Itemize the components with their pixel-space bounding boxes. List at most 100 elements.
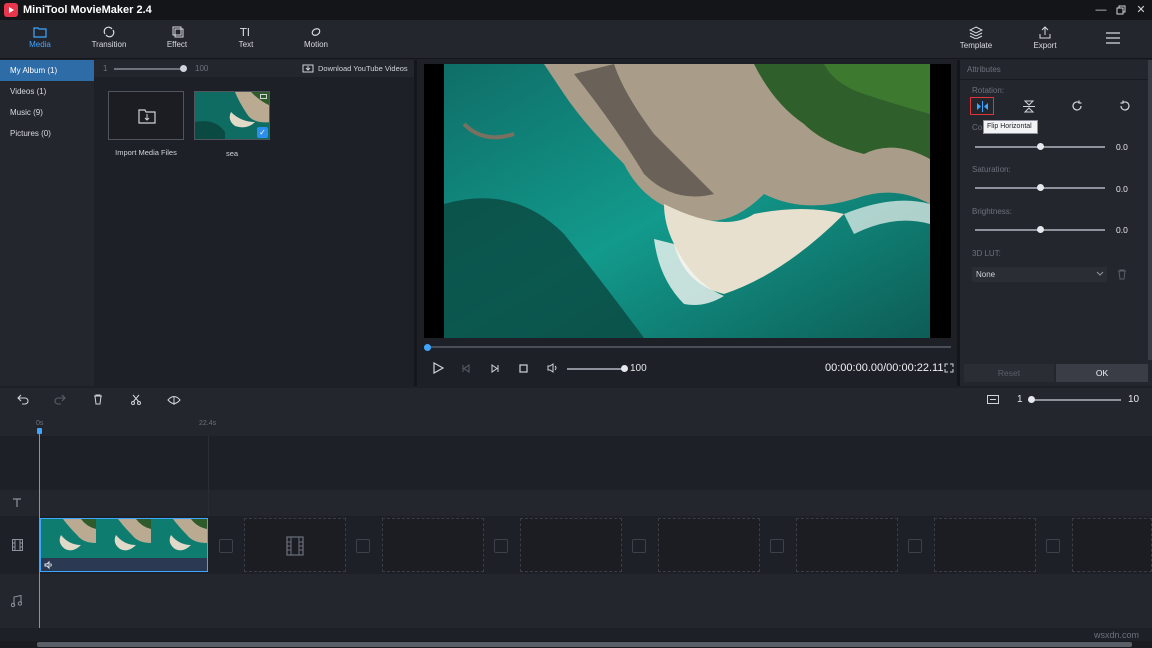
transition-slot-icon[interactable] bbox=[1046, 539, 1060, 553]
import-folder-icon bbox=[138, 108, 156, 124]
play-icon[interactable] bbox=[432, 362, 444, 374]
effect-tab[interactable]: Effect bbox=[147, 26, 207, 49]
brightness-knob[interactable] bbox=[1037, 226, 1044, 233]
fullscreen-icon[interactable] bbox=[944, 363, 954, 373]
playhead-handle[interactable] bbox=[37, 428, 42, 434]
transition-slot-icon[interactable] bbox=[908, 539, 922, 553]
transition-slot-icon[interactable] bbox=[632, 539, 646, 553]
lut-dropdown[interactable]: None bbox=[972, 267, 1107, 282]
thumb-zoom-max: 100 bbox=[195, 64, 208, 73]
transition-tab[interactable]: Transition bbox=[79, 26, 139, 49]
template-button[interactable]: Template bbox=[946, 26, 1006, 50]
timeline-zoom-slider[interactable] bbox=[1031, 399, 1121, 401]
flip-horizontal-button[interactable] bbox=[970, 97, 994, 115]
motion-tab[interactable]: Motion bbox=[286, 26, 346, 49]
saturation-value: 0.0 bbox=[1116, 184, 1128, 194]
empty-clip-slot[interactable] bbox=[658, 518, 760, 572]
timeline-scrollbar-thumb[interactable] bbox=[37, 642, 1132, 647]
preview-frame-image bbox=[424, 64, 951, 338]
volume-knob[interactable] bbox=[621, 365, 628, 372]
stop-icon[interactable] bbox=[519, 364, 528, 373]
previous-frame-icon[interactable] bbox=[461, 364, 471, 373]
category-pictures[interactable]: Pictures (0) bbox=[0, 123, 94, 144]
film-icon bbox=[286, 536, 304, 556]
library-sidebar: My Album (1) Videos (1) Music (9) Pictur… bbox=[0, 60, 94, 386]
watermark: wsxdn.com bbox=[1094, 630, 1139, 640]
effect-icon bbox=[170, 26, 184, 38]
motion-icon bbox=[309, 26, 323, 38]
clip-volume-icon[interactable] bbox=[44, 561, 53, 569]
minimize-icon[interactable]: — bbox=[1094, 3, 1108, 17]
import-media-button[interactable] bbox=[108, 91, 184, 140]
media-tab[interactable]: Media bbox=[10, 26, 70, 49]
category-music[interactable]: Music (9) bbox=[0, 102, 94, 123]
transition-slot-icon[interactable] bbox=[494, 539, 508, 553]
transition-slot-icon[interactable] bbox=[219, 539, 233, 553]
reset-button[interactable]: Reset bbox=[964, 364, 1054, 382]
export-button[interactable]: Export bbox=[1015, 26, 1075, 50]
category-label: My Album bbox=[10, 66, 45, 75]
video-preview[interactable] bbox=[424, 64, 951, 338]
volume-slider[interactable] bbox=[567, 368, 624, 370]
rotate-counterclockwise-icon[interactable] bbox=[1119, 100, 1131, 112]
lut-label: 3D LUT: bbox=[972, 249, 1001, 258]
text-icon: TI bbox=[239, 26, 253, 38]
empty-clip-slot[interactable] bbox=[934, 518, 1036, 572]
transition-tab-label: Transition bbox=[92, 40, 127, 49]
empty-clip-slot[interactable] bbox=[1072, 518, 1152, 572]
category-count: (1) bbox=[47, 66, 57, 75]
contrast-knob[interactable] bbox=[1037, 143, 1044, 150]
svg-text:TI: TI bbox=[239, 26, 250, 38]
thumb-zoom-slider[interactable] bbox=[114, 68, 184, 70]
timeline-ruler[interactable]: 0s 22.4s bbox=[0, 412, 1152, 436]
redo-icon[interactable] bbox=[54, 394, 66, 405]
next-frame-icon[interactable] bbox=[490, 364, 500, 373]
chevron-down-icon bbox=[1096, 271, 1104, 277]
playback-progress-knob[interactable] bbox=[424, 344, 431, 351]
close-icon[interactable]: ✕ bbox=[1134, 3, 1148, 17]
empty-clip-slot[interactable] bbox=[796, 518, 898, 572]
text-tab[interactable]: TI Text bbox=[216, 26, 276, 49]
text-tab-label: Text bbox=[239, 40, 254, 49]
audio-detach-icon[interactable] bbox=[166, 394, 182, 406]
attributes-scrollbar[interactable] bbox=[1148, 60, 1152, 360]
timeline-zoom-knob[interactable] bbox=[1028, 396, 1035, 403]
clip-filmstrip bbox=[41, 519, 207, 558]
rotation-label: Rotation: bbox=[972, 86, 1004, 95]
category-label: Pictures bbox=[10, 129, 39, 138]
empty-clip-slot[interactable] bbox=[520, 518, 622, 572]
video-track-icon bbox=[12, 539, 23, 551]
restore-icon[interactable] bbox=[1114, 3, 1128, 17]
ok-button[interactable]: OK bbox=[1056, 364, 1148, 382]
lut-delete-icon[interactable] bbox=[1117, 269, 1127, 280]
app-title: MiniTool MovieMaker 2.4 bbox=[23, 4, 152, 16]
transition-slot-icon[interactable] bbox=[356, 539, 370, 553]
timeline-video-clip[interactable] bbox=[40, 518, 208, 572]
empty-clip-slot[interactable] bbox=[382, 518, 484, 572]
volume-icon[interactable] bbox=[547, 363, 559, 373]
category-videos[interactable]: Videos (1) bbox=[0, 81, 94, 102]
flip-vertical-icon[interactable] bbox=[1023, 100, 1035, 113]
download-youtube-link[interactable]: Download YouTube Videos bbox=[318, 64, 408, 73]
export-icon bbox=[1038, 26, 1052, 39]
music-track[interactable] bbox=[0, 574, 1152, 628]
zoom-fit-icon[interactable] bbox=[987, 395, 999, 404]
playhead-line[interactable] bbox=[39, 428, 40, 628]
saturation-knob[interactable] bbox=[1037, 184, 1044, 191]
transition-slot-icon[interactable] bbox=[770, 539, 784, 553]
undo-icon[interactable] bbox=[17, 394, 29, 405]
contrast-label: Co bbox=[972, 123, 982, 132]
category-label: Music bbox=[10, 108, 31, 117]
empty-clip-slot[interactable] bbox=[244, 518, 346, 572]
media-clip-thumbnail[interactable]: ✓ bbox=[194, 91, 270, 140]
text-track[interactable] bbox=[0, 490, 1152, 516]
menu-icon[interactable] bbox=[1106, 32, 1120, 44]
category-my-album[interactable]: My Album (1) bbox=[0, 60, 94, 81]
playback-progress-track[interactable] bbox=[424, 346, 951, 348]
thumb-zoom-knob[interactable] bbox=[180, 65, 187, 72]
download-icon bbox=[302, 63, 314, 73]
rotate-clockwise-icon[interactable] bbox=[1071, 100, 1083, 112]
delete-icon[interactable] bbox=[93, 394, 103, 405]
flip-horizontal-tooltip: Flip Horizontal bbox=[983, 120, 1038, 134]
split-icon[interactable] bbox=[131, 394, 141, 405]
